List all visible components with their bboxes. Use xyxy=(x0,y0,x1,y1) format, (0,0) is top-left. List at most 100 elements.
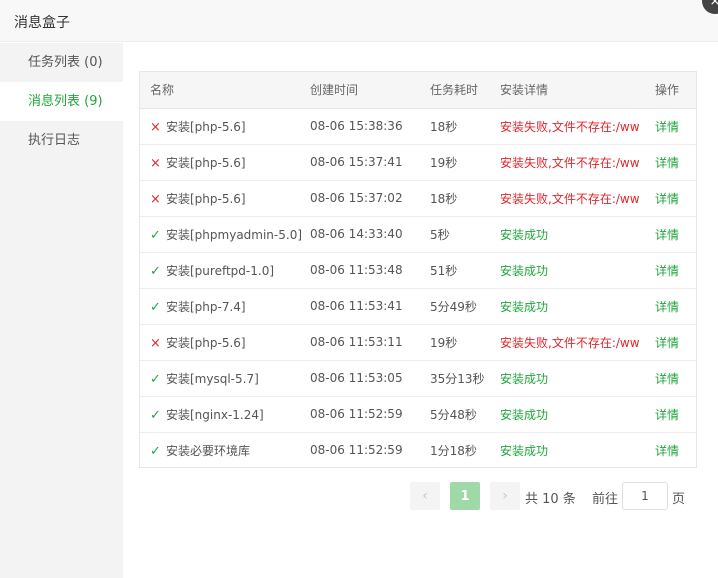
table-row: ✓ 安装[php-7.4] 08-06 11:53:41 5分49秒 安装成功 详情 xyxy=(140,288,696,325)
goto-label: 前往 xyxy=(592,492,619,507)
cell-duration: 35分13秒 xyxy=(430,360,500,397)
table-row: × 安装[php-5.6] 08-06 15:38:36 18秒 安装失败,文件不存在:… xyxy=(140,108,696,145)
table-row: × 安装[php-5.6] 08-06 15:37:02 18秒 安装失败,文件不存在:… xyxy=(140,180,696,217)
cross-icon: × xyxy=(150,191,161,207)
cell-time: 08-06 11:52:59 xyxy=(310,396,430,433)
cell-detail: 安装成功 xyxy=(500,443,549,458)
cell-duration: 5秒 xyxy=(430,216,500,253)
total-count: 共 10 条 xyxy=(525,492,576,507)
dialog-title: 消息盒子 xyxy=(14,15,70,31)
table-row: ✓ 安装[pureftpd-1.0] 08-06 11:53:48 51秒 安装成功 详情 xyxy=(140,252,696,289)
cell-time: 08-06 11:53:41 xyxy=(310,288,430,325)
next-page-button[interactable]: › xyxy=(490,482,520,510)
cell-duration: 5分49秒 xyxy=(430,288,500,325)
table-header-row: 名称 创建时间 任务耗时 安装详情 操作 xyxy=(140,72,696,109)
sidebar-item-task-list[interactable]: 任务列表 (0) xyxy=(0,43,123,82)
column-header-operation: 操作 xyxy=(655,72,696,109)
table-row: × 安装[php-5.6] 08-06 11:53:11 19秒 安装失败,文件不存在:… xyxy=(140,324,696,361)
detail-link[interactable]: 详情 xyxy=(655,228,679,242)
goto-page-input[interactable] xyxy=(622,482,668,510)
cross-icon: × xyxy=(150,155,161,171)
cell-detail: 安装成功 xyxy=(500,396,655,433)
cell-operation: 详情 xyxy=(655,252,696,289)
prev-page-button[interactable]: ‹ xyxy=(410,482,440,510)
table-row: ✓ 安装[nginx-1.24] 08-06 11:52:59 5分48秒 安装成功 详情 xyxy=(140,396,696,433)
check-icon: ✓ xyxy=(150,299,161,315)
detail-link[interactable]: 详情 xyxy=(655,444,679,458)
cross-icon: × xyxy=(150,119,161,135)
cell-name: × 安装[php-5.6] xyxy=(140,108,310,145)
cell-operation: 详情 xyxy=(655,432,696,467)
cell-name: ✓ 安装必要环境库 xyxy=(140,432,310,467)
cell-detail: 安装失败,文件不存在:/ww xyxy=(500,108,655,145)
sidebar-item-execution-log[interactable]: 执行日志 xyxy=(0,121,123,160)
page-1-button[interactable]: 1 xyxy=(450,482,480,510)
cell-operation: 详情 xyxy=(655,144,696,181)
task-name: 安装[mysql-5.7] xyxy=(166,371,259,386)
task-name: 安装[nginx-1.24] xyxy=(166,407,264,422)
task-name: 安装[php-5.6] xyxy=(166,191,246,206)
cell-name: ✓ 安装[nginx-1.24] xyxy=(140,396,310,433)
task-name: 安装[pureftpd-1.0] xyxy=(166,263,275,278)
task-name: 安装[php-5.6] xyxy=(166,155,246,170)
cell-duration: 18秒 xyxy=(430,180,500,217)
cell-detail: 安装失败,文件不存在:/ww xyxy=(500,180,655,217)
task-name: 安装必要环境库 xyxy=(166,443,251,458)
check-icon: ✓ xyxy=(150,407,161,423)
cell-duration: 51秒 xyxy=(430,252,500,289)
cell-operation: 详情 xyxy=(655,396,696,433)
cell-duration: 19秒 xyxy=(430,324,500,361)
table-row: ✓ 安装必要环境库 08-06 11:52:59 1分18秒 安装成功 详情 xyxy=(140,432,696,467)
cell-operation: 详情 xyxy=(655,180,696,217)
message-table-container: 名称 创建时间 任务耗时 安装详情 操作 × 安装[php-5.6] 08-06 1… xyxy=(139,71,697,468)
cross-icon: × xyxy=(150,335,161,351)
detail-link[interactable]: 详情 xyxy=(655,300,679,314)
column-header-time: 创建时间 xyxy=(310,72,430,109)
cell-operation: 详情 xyxy=(655,288,696,325)
cell-time: 08-06 11:53:11 xyxy=(310,324,430,361)
cell-time: 08-06 11:52:59 xyxy=(310,443,403,458)
table-row: ✓ 安装[mysql-5.7] 08-06 11:53:05 35分13秒 安装成功 详情 xyxy=(140,360,696,397)
table-row: ✓ 安装[phpmyadmin-5.0] 08-06 14:33:40 5秒 安装成功详… xyxy=(140,216,696,253)
detail-link[interactable]: 详情 xyxy=(655,336,679,350)
task-name: 安装[php-5.6] xyxy=(166,335,246,350)
check-icon: ✓ xyxy=(150,263,161,279)
cell-name: ✓ 安装[php-7.4] xyxy=(140,288,310,325)
sidebar-item-message-list[interactable]: 消息列表 (9) xyxy=(0,82,123,121)
cell-detail: 安装失败,文件不存在:/ww xyxy=(500,144,655,181)
cell-time: 08-06 15:37:41 xyxy=(310,144,430,181)
cell-duration: 5分48秒 xyxy=(430,396,500,433)
cell-name: ✓ 安装[phpmyadmin-5.0] xyxy=(140,216,310,253)
message-box-dialog: 消息盒子 × 任务列表 (0) 消息列表 (9) 执行日志 名称 创建时间 任务… xyxy=(0,0,718,578)
dialog-title-bar: 消息盒子 xyxy=(0,0,718,42)
column-header-name: 名称 xyxy=(140,72,310,109)
main-panel: 名称 创建时间 任务耗时 安装详情 操作 × 安装[php-5.6] 08-06 1… xyxy=(123,43,718,578)
detail-link[interactable]: 详情 xyxy=(655,156,679,170)
check-icon: ✓ xyxy=(150,443,161,459)
cell-time: 08-06 11:53:05 xyxy=(310,360,430,397)
cell-time: 08-06 11:53:48 xyxy=(310,252,430,289)
table-row: × 安装[php-5.6] 08-06 15:37:41 19秒 安装失败,文件不存在:… xyxy=(140,144,696,181)
cell-duration: 19秒 xyxy=(430,144,500,181)
detail-link[interactable]: 详情 xyxy=(655,192,679,206)
cell-name: × 安装[php-5.6] xyxy=(140,180,310,217)
cell-name: × 安装[php-5.6] xyxy=(140,324,310,361)
detail-link[interactable]: 详情 xyxy=(655,264,679,278)
task-name: 安装[phpmyadmin-5.0] xyxy=(166,227,303,242)
cell-name: ✓ 安装[mysql-5.7] xyxy=(140,360,310,397)
cell-name: ✓ 安装[pureftpd-1.0] xyxy=(140,252,310,289)
column-header-duration: 任务耗时 xyxy=(430,72,500,109)
cell-operation: 详情 xyxy=(655,324,696,361)
cell-detail: 安装失败,文件不存在:/ww xyxy=(500,324,655,361)
cell-detail: 安装成功 xyxy=(500,252,655,289)
task-name: 安装[php-7.4] xyxy=(166,299,246,314)
detail-link[interactable]: 详情 xyxy=(655,408,679,422)
page-unit-label: 页 xyxy=(672,492,686,507)
check-icon: ✓ xyxy=(150,371,161,387)
cell-detail: 安装成功 xyxy=(500,288,655,325)
detail-link[interactable]: 详情 xyxy=(655,372,679,386)
check-icon: ✓ xyxy=(150,227,161,243)
column-header-detail: 安装详情 xyxy=(500,72,655,109)
cell-name: × 安装[php-5.6] xyxy=(140,144,310,181)
detail-link[interactable]: 详情 xyxy=(655,120,679,134)
